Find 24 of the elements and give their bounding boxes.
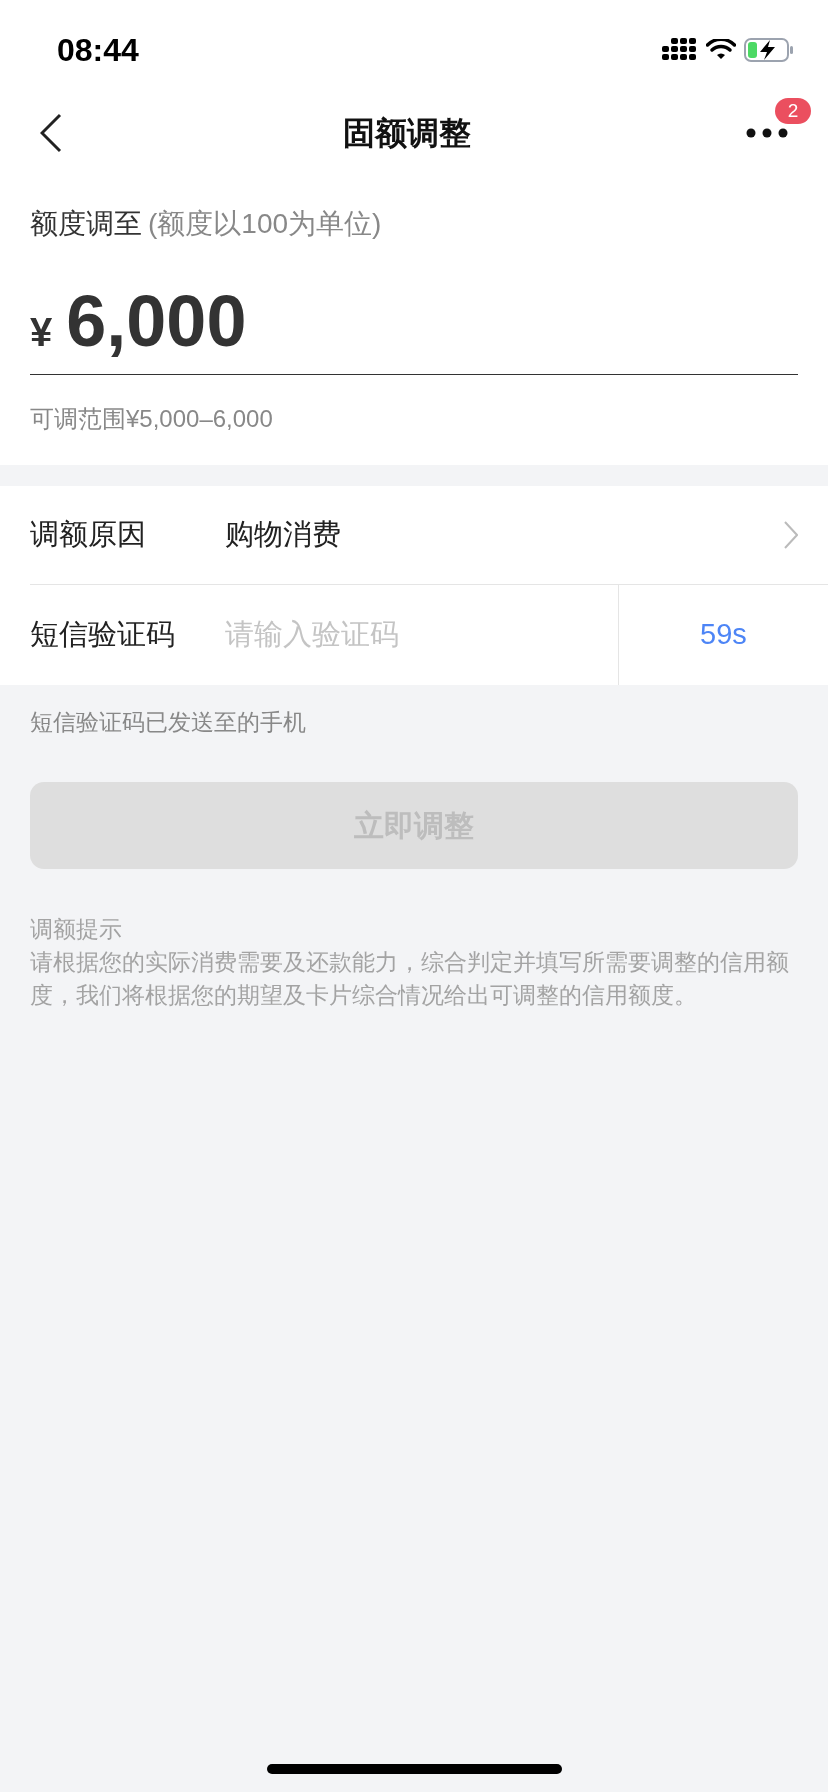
wifi-icon [706, 39, 736, 61]
reason-row[interactable]: 调额原因 购物消费 [30, 486, 828, 585]
amount-value: 6,000 [66, 285, 247, 357]
back-icon [40, 112, 62, 153]
amount-note: (额度以100为单位) [148, 207, 382, 241]
notification-badge: 2 [775, 98, 811, 124]
row-label: 调额原因 [30, 517, 147, 553]
battery-charging-icon [744, 38, 794, 62]
range-text: 可调范围¥5,000–6,000 [30, 404, 274, 434]
countdown-button[interactable]: 59s [618, 585, 828, 685]
row-label: 短信验证码 [30, 617, 176, 653]
amount-label: 额度调至 [30, 207, 142, 241]
tips-text: 请根据您的实际消费需要及还款能力，综合判定并填写所需要调整的信用额度，我们将根据您的期望及卡片综合情况给出可调整的信用额度。 [30, 947, 790, 1010]
more-icon [746, 127, 788, 138]
page-title: 固额调整 [343, 113, 471, 153]
row-value: 购物消费 [225, 517, 342, 553]
chevron-right-icon [784, 521, 798, 549]
signal-icon [662, 38, 698, 62]
tips-title: 调额提示 [30, 914, 123, 944]
status-time: 08:44 [57, 31, 139, 70]
amount-field[interactable]: ¥ 6,000 [30, 285, 798, 375]
code-input[interactable]: 请输入验证码 [225, 613, 618, 657]
sms-note: 短信验证码已发送至的手机 [29, 708, 307, 737]
currency-symbol: ¥ [30, 309, 53, 356]
